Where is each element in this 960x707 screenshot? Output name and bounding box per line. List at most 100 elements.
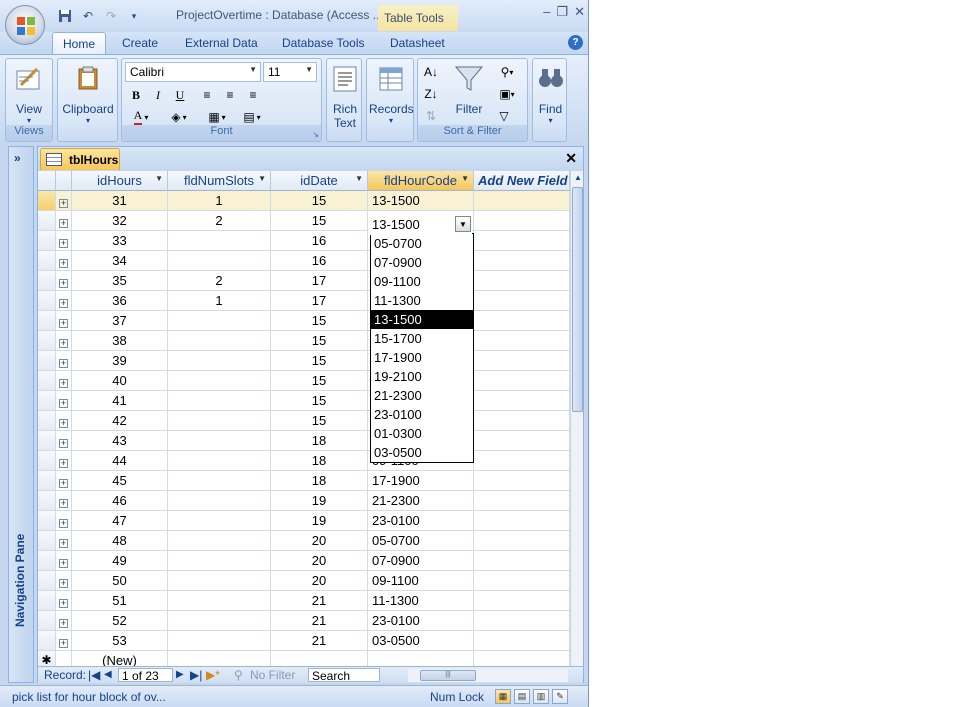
cell-add-new-field[interactable] — [474, 611, 570, 631]
row-selector[interactable] — [38, 271, 56, 291]
cell-idhours[interactable]: 43 — [72, 431, 168, 451]
alternate-fill-icon[interactable]: ▤ ▾ — [235, 107, 269, 127]
table-row[interactable]: +38 15 — [38, 331, 570, 351]
dropdown-option[interactable]: 05-0700 — [371, 234, 473, 253]
table-row[interactable]: +34 16 — [38, 251, 570, 271]
table-row[interactable]: +46 19 21-2300 — [38, 491, 570, 511]
column-header-fldnumslots[interactable]: fldNumSlots ▼ — [168, 171, 271, 191]
expand-row-icon[interactable]: + — [56, 611, 72, 631]
cell-iddate[interactable]: 20 — [271, 571, 368, 591]
row-selector[interactable] — [38, 631, 56, 651]
cell-idhours[interactable]: 44 — [72, 451, 168, 471]
cell-iddate[interactable]: 18 — [271, 431, 368, 451]
cell-idhours[interactable]: 45 — [72, 471, 168, 491]
row-selector[interactable] — [38, 231, 56, 251]
filter-button[interactable]: Filter — [448, 63, 490, 116]
cell-fldnumslots[interactable] — [168, 391, 271, 411]
cell-fldnumslots[interactable] — [168, 571, 271, 591]
column-header-iddate[interactable]: idDate ▼ — [271, 171, 368, 191]
underline-button[interactable]: U — [170, 85, 190, 105]
customize-qat-icon[interactable]: ▾ — [124, 7, 144, 25]
hourcode-dropdown-list[interactable]: 05-0700 07-0900 09-1100 11-1300 13-1500 15-17… — [370, 233, 474, 463]
row-selector[interactable] — [38, 211, 56, 231]
view-button[interactable]: View ▾ — [12, 63, 46, 125]
cell-idhours[interactable]: 36 — [72, 291, 168, 311]
tab-external-data[interactable]: External Data — [185, 32, 258, 54]
expand-row-icon[interactable]: + — [56, 391, 72, 411]
table-row[interactable]: +32 2 15 — [38, 211, 570, 231]
cell-fldnumslots[interactable] — [168, 411, 271, 431]
cell-iddate[interactable]: 15 — [271, 371, 368, 391]
row-selector[interactable] — [38, 431, 56, 451]
expand-row-icon[interactable]: + — [56, 471, 72, 491]
cell-add-new-field[interactable] — [474, 491, 570, 511]
cell-fldhourcode[interactable]: 21-2300 — [368, 491, 474, 511]
chevron-down-icon[interactable]: ▼ — [155, 174, 163, 183]
expand-row-icon[interactable]: + — [56, 271, 72, 291]
cell-iddate[interactable]: 19 — [271, 491, 368, 511]
cell-fldhourcode[interactable]: 13-1500 — [368, 191, 474, 211]
row-selector[interactable] — [38, 411, 56, 431]
cell-fldhourcode[interactable]: 09-1100 — [368, 571, 474, 591]
cell-fldnumslots[interactable] — [168, 551, 271, 571]
office-button[interactable] — [5, 5, 45, 45]
cell-idhours[interactable]: 34 — [72, 251, 168, 271]
column-header-idhours[interactable]: idHours ▼ — [72, 171, 168, 191]
restore-icon[interactable]: ❐ — [556, 4, 568, 20]
pivotchart-view-icon[interactable]: ▥ — [533, 689, 549, 704]
chevron-down-icon[interactable]: ▼ — [455, 216, 471, 232]
cell-iddate[interactable]: 21 — [271, 591, 368, 611]
tab-create[interactable]: Create — [122, 32, 158, 54]
row-selector[interactable] — [38, 451, 56, 471]
cell-add-new-field[interactable] — [474, 291, 570, 311]
cell-idhours[interactable]: 42 — [72, 411, 168, 431]
records-button[interactable]: Records ▾ — [369, 63, 414, 125]
cell-add-new-field[interactable] — [474, 631, 570, 651]
cell-iddate[interactable]: 15 — [271, 311, 368, 331]
dropdown-option[interactable]: 11-1300 — [371, 291, 473, 310]
cell-iddate[interactable]: 16 — [271, 231, 368, 251]
table-row[interactable]: +45 18 17-1900 — [38, 471, 570, 491]
expand-row-icon[interactable]: + — [56, 511, 72, 531]
expand-row-icon[interactable]: + — [56, 291, 72, 311]
cell-idhours[interactable]: 33 — [72, 231, 168, 251]
cell-add-new-field[interactable] — [474, 191, 570, 211]
row-selector[interactable] — [38, 391, 56, 411]
cell-add-new-field[interactable] — [474, 391, 570, 411]
expand-row-icon[interactable]: + — [56, 411, 72, 431]
cell-fldnumslots[interactable] — [168, 591, 271, 611]
cell-idhours[interactable]: 31 — [72, 191, 168, 211]
align-right-icon[interactable]: ≡ — [243, 85, 263, 105]
row-selector[interactable] — [38, 511, 56, 531]
search-input[interactable]: Search — [308, 668, 380, 683]
cell-fldnumslots[interactable] — [168, 631, 271, 651]
undo-icon[interactable]: ↶ — [78, 7, 98, 25]
cell-add-new-field[interactable] — [474, 591, 570, 611]
cell-iddate[interactable]: 19 — [271, 511, 368, 531]
fill-color-icon[interactable]: ◈ ▾ — [164, 107, 194, 127]
gridlines-icon[interactable]: ▦ ▾ — [202, 107, 232, 127]
cell-idhours[interactable]: 48 — [72, 531, 168, 551]
cell-idhours[interactable]: 38 — [72, 331, 168, 351]
clear-sort-icon[interactable]: ⇅ — [421, 106, 441, 126]
row-selector[interactable] — [38, 331, 56, 351]
dropdown-option[interactable]: 21-2300 — [371, 386, 473, 405]
cell-idhours[interactable]: 32 — [72, 211, 168, 231]
rich-text-button[interactable]: Rich Text — [329, 63, 361, 130]
scroll-up-icon[interactable]: ▲ — [574, 173, 582, 182]
bold-button[interactable]: B — [126, 85, 146, 105]
cell-idhours[interactable]: 40 — [72, 371, 168, 391]
row-selector[interactable] — [38, 591, 56, 611]
cell-iddate[interactable]: 21 — [271, 631, 368, 651]
save-icon[interactable] — [55, 7, 75, 25]
cell-add-new-field[interactable] — [474, 331, 570, 351]
row-selector[interactable] — [38, 551, 56, 571]
expand-row-icon[interactable]: + — [56, 631, 72, 651]
document-tab-tblhours[interactable]: tblHours — [40, 148, 120, 170]
expand-row-icon[interactable]: + — [56, 251, 72, 271]
cell-iddate[interactable]: 17 — [271, 271, 368, 291]
dropdown-option[interactable]: 17-1900 — [371, 348, 473, 367]
cell-iddate[interactable]: 15 — [271, 411, 368, 431]
row-selector[interactable] — [38, 611, 56, 631]
cell-iddate[interactable]: 15 — [271, 191, 368, 211]
